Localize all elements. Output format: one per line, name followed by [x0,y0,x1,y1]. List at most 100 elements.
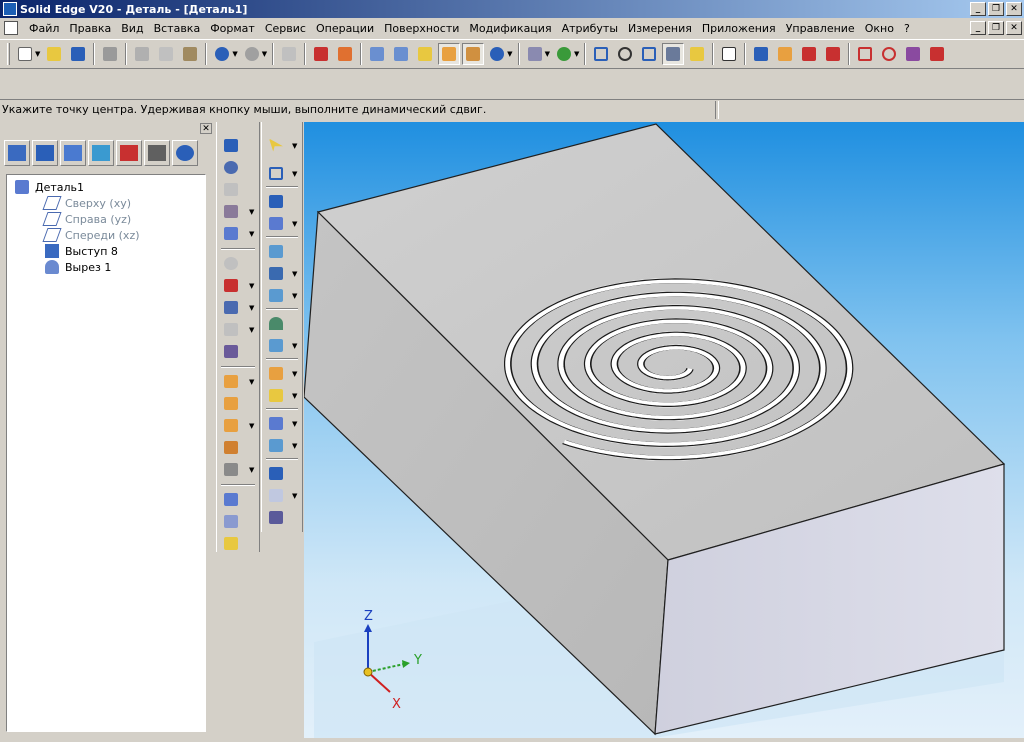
save-icon[interactable] [67,43,89,65]
rib-dropdown-icon[interactable]: ▼ [249,304,254,312]
doc-restore-button[interactable]: ❐ [988,21,1004,35]
rib-tool-icon[interactable] [221,298,241,316]
web-dropdown-icon[interactable]: ▼ [249,326,254,334]
derived-curve-icon[interactable] [266,464,286,482]
sensor-tab-icon[interactable] [144,140,170,166]
offset-surface-icon[interactable] [266,414,286,432]
menu-edit[interactable]: Правка [64,22,116,35]
snapshot-icon[interactable] [334,43,356,65]
undo-dropdown-icon[interactable]: ▼ [232,50,237,58]
menu-file[interactable]: Файл [24,22,64,35]
split-tool-icon[interactable] [221,460,241,478]
copy-surface-dropdown-icon[interactable]: ▼ [292,442,297,450]
feature-icon[interactable] [774,43,796,65]
mirror-tool-icon[interactable] [221,490,241,508]
open-icon[interactable] [43,43,65,65]
thread-tool-icon[interactable] [221,276,241,294]
loft-dropdown-icon[interactable]: ▼ [249,208,254,216]
view-front-icon[interactable] [390,43,412,65]
sketch-icon[interactable] [878,43,900,65]
hole-tool-icon[interactable] [221,254,241,272]
zoom-area-icon[interactable] [590,43,612,65]
display-dropdown-icon[interactable]: ▼ [545,50,550,58]
offset-dropdown-icon[interactable]: ▼ [292,420,297,428]
menu-applications[interactable]: Приложения [697,22,781,35]
new-dropdown-icon[interactable]: ▼ [35,50,40,58]
sketch-tool-icon[interactable] [266,164,286,182]
helix-tool-icon[interactable] [221,224,241,242]
revolve-surface-icon[interactable] [266,264,286,282]
split-dropdown-icon[interactable]: ▼ [249,466,254,474]
tree-item-protrusion[interactable]: Выступ 8 [7,243,205,259]
help-icon[interactable] [686,43,708,65]
edit-icon[interactable] [902,43,924,65]
print-icon[interactable] [99,43,121,65]
extrude-surface-icon[interactable] [266,242,286,260]
rotate-dropdown-icon[interactable]: ▼ [574,50,579,58]
thin-wall-tool-icon[interactable] [221,342,241,360]
globe-icon[interactable] [486,43,508,65]
protrusion-tool-icon[interactable] [221,136,241,154]
revolve-tool-icon[interactable] [221,158,241,176]
menu-tools[interactable]: Сервис [260,22,311,35]
parting-icon[interactable] [266,486,286,504]
delete-feature-icon[interactable] [798,43,820,65]
tree-item-right-plane[interactable]: Справа (yz) [7,211,205,227]
curve-tool-icon[interactable] [266,364,286,382]
menu-operations[interactable]: Операции [311,22,379,35]
attach-tool-icon[interactable] [221,534,241,552]
shaded-icon[interactable] [414,43,436,65]
round-dropdown-icon[interactable]: ▼ [249,378,254,386]
minimize-button[interactable]: _ [970,2,986,16]
document-icon[interactable] [4,21,18,35]
menu-manage[interactable]: Управление [781,22,860,35]
fit-icon[interactable] [638,43,660,65]
tree-root-item[interactable]: Деталь1 [7,179,205,195]
library-tab-icon[interactable] [88,140,114,166]
draft-tool-icon[interactable] [221,416,241,434]
plane-tool-icon[interactable] [266,192,286,210]
toolbar-grip[interactable] [7,43,10,65]
tree-item-front-plane[interactable]: Спереди (xz) [7,227,205,243]
sweep-tool-icon[interactable] [221,180,241,198]
bounded-surface-icon[interactable] [266,336,286,354]
bounded-dropdown-icon[interactable]: ▼ [292,342,297,350]
menu-modify[interactable]: Модификация [464,22,556,35]
menu-format[interactable]: Формат [205,22,260,35]
loft-tool-icon[interactable] [221,202,241,220]
layers-tab-icon[interactable] [32,140,58,166]
redo-icon[interactable] [241,43,263,65]
menu-help[interactable]: ? [899,22,915,35]
menu-surfaces[interactable]: Поверхности [379,22,464,35]
coord-dropdown-icon[interactable]: ▼ [292,220,297,228]
features-tab-icon[interactable] [4,140,30,166]
box-icon[interactable] [854,43,876,65]
insert-icon[interactable] [278,43,300,65]
parting-dropdown-icon[interactable]: ▼ [292,492,297,500]
sweep-surface-icon[interactable] [266,286,286,304]
round-tool-icon[interactable] [221,372,241,390]
flip-icon[interactable] [822,43,844,65]
family-tab-icon[interactable] [116,140,142,166]
select-tool-icon[interactable] [266,136,286,154]
coord-tool-icon[interactable] [266,214,286,232]
sweep-surface-dropdown-icon[interactable]: ▼ [292,292,297,300]
revolve-surface-dropdown-icon[interactable]: ▼ [292,270,297,278]
globe-dropdown-icon[interactable]: ▼ [507,50,512,58]
draft-dropdown-icon[interactable]: ▼ [249,422,254,430]
helix-dropdown-icon[interactable]: ▼ [249,230,254,238]
menu-insert[interactable]: Вставка [149,22,206,35]
part-icon[interactable] [750,43,772,65]
copy-surface-icon[interactable] [266,436,286,454]
menu-view[interactable]: Вид [116,22,148,35]
properties-icon[interactable] [310,43,332,65]
shaded-visible-icon[interactable] [462,43,485,65]
menu-measure[interactable]: Измерения [623,22,697,35]
thread-dropdown-icon[interactable]: ▼ [249,282,254,290]
shaded-edges-icon[interactable] [438,43,461,65]
select-dropdown-icon[interactable]: ▼ [292,142,297,150]
sketch-dropdown-icon[interactable]: ▼ [292,170,297,178]
doc-minimize-button[interactable]: _ [970,21,986,35]
close-button[interactable]: ✕ [1006,2,1022,16]
bluesurf-icon[interactable] [266,314,286,332]
